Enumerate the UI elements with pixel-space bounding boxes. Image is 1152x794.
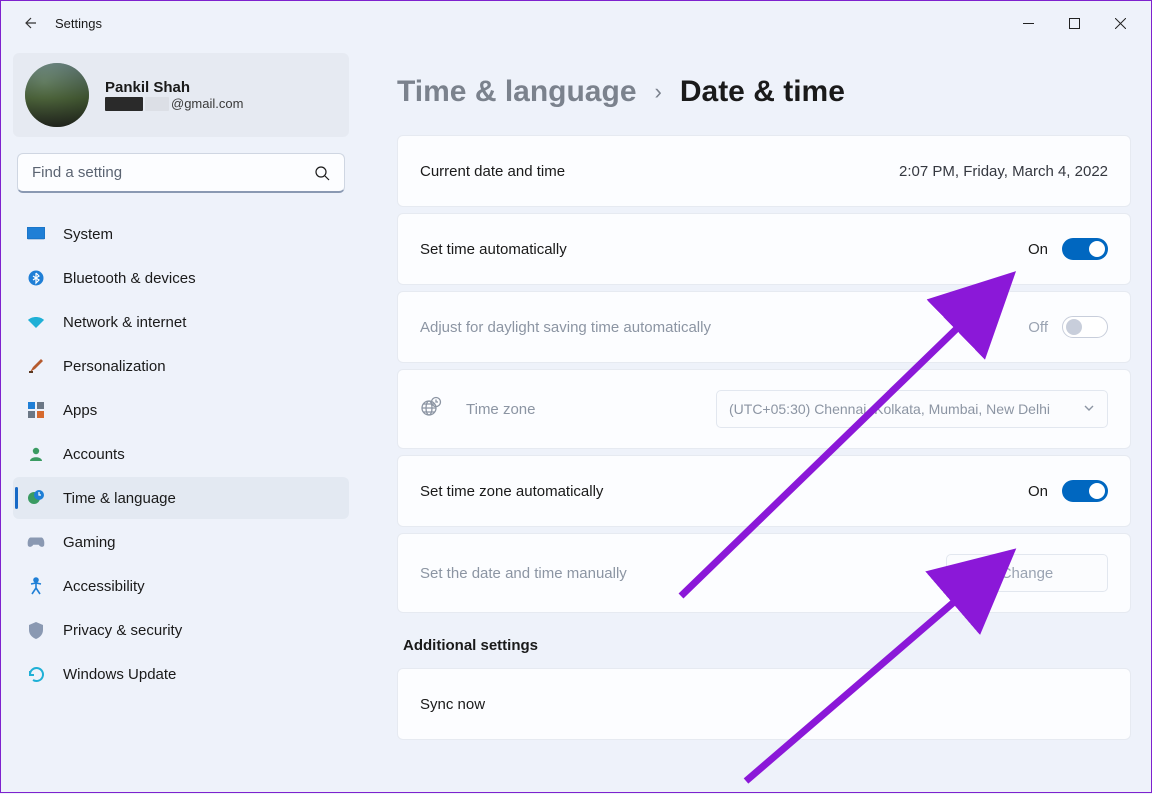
sidebar-item-bluetooth[interactable]: Bluetooth & devices [13,257,349,299]
toggle-state-text: On [1028,483,1048,500]
sidebar-item-label: Bluetooth & devices [63,270,196,287]
card-set-time-auto: Set time automatically On [397,213,1131,285]
nav: System Bluetooth & devices Network & int… [7,209,355,699]
page-title: Date & time [680,75,845,109]
back-button[interactable] [9,3,49,43]
sidebar-item-network[interactable]: Network & internet [13,301,349,343]
sidebar-item-label: Apps [63,402,97,419]
shield-icon [27,621,45,639]
breadcrumb-parent[interactable]: Time & language [397,75,637,109]
brush-icon [27,357,45,375]
sidebar-item-accounts[interactable]: Accounts [13,433,349,475]
breadcrumb: Time & language › Date & time [397,75,1131,109]
person-icon [27,445,45,463]
set-time-auto-toggle[interactable] [1062,238,1108,260]
gamepad-icon [27,533,45,551]
sync-label: Sync now [420,696,485,713]
card-current-datetime: Current date and time 2:07 PM, Friday, M… [397,135,1131,207]
close-button[interactable] [1097,7,1143,39]
search-icon [314,165,330,181]
user-card[interactable]: Pankil Shah @gmail.com [13,53,349,137]
accessibility-icon [27,577,45,595]
sidebar-item-windows-update[interactable]: Windows Update [13,653,349,695]
card-dst-auto: Adjust for daylight saving time automati… [397,291,1131,363]
sidebar-item-time-language[interactable]: Time & language [13,477,349,519]
sidebar-item-label: Accessibility [63,578,145,595]
avatar [25,63,89,127]
set-tz-auto-toggle[interactable] [1062,480,1108,502]
close-icon [1115,18,1126,29]
sidebar-item-label: Personalization [63,358,166,375]
dst-toggle [1062,316,1108,338]
timezone-select: (UTC+05:30) Chennai, Kolkata, Mumbai, Ne… [716,390,1108,428]
toggle-state-text: On [1028,241,1048,258]
card-sync-now: Sync now [397,668,1131,740]
globe-clock-icon [27,489,45,507]
current-datetime-value: 2:07 PM, Friday, March 4, 2022 [899,163,1108,180]
sidebar-item-accessibility[interactable]: Accessibility [13,565,349,607]
user-name: Pankil Shah [105,79,243,96]
additional-settings-heading: Additional settings [403,637,1131,654]
sidebar-item-label: Network & internet [63,314,186,331]
maximize-button[interactable] [1051,7,1097,39]
redacted-text [105,97,143,111]
window-title: Settings [55,16,102,31]
manual-label: Set the date and time manually [420,565,627,582]
maximize-icon [1069,18,1080,29]
apps-icon [27,401,45,419]
sidebar-item-personalization[interactable]: Personalization [13,345,349,387]
current-datetime-label: Current date and time [420,163,565,180]
title-bar: Settings [1,1,1151,45]
bluetooth-icon [27,269,45,287]
sidebar-item-apps[interactable]: Apps [13,389,349,431]
set-tz-auto-label: Set time zone automatically [420,483,603,500]
sidebar-item-label: Time & language [63,490,176,507]
chevron-right-icon: › [655,79,662,105]
user-email: @gmail.com [105,96,243,111]
arrow-left-icon [21,15,37,31]
update-icon [27,665,45,683]
sidebar: Pankil Shah @gmail.com Find a setting Sy… [1,45,361,792]
system-icon [27,225,45,243]
search-placeholder: Find a setting [32,164,314,181]
globe-icon [420,396,442,423]
toggle-state-text: Off [1028,319,1048,336]
sidebar-item-privacy[interactable]: Privacy & security [13,609,349,651]
sidebar-item-system[interactable]: System [13,213,349,255]
sidebar-item-label: Accounts [63,446,125,463]
set-time-auto-label: Set time automatically [420,241,567,258]
chevron-down-icon [1083,401,1095,417]
sidebar-item-label: Privacy & security [63,622,182,639]
sidebar-item-label: System [63,226,113,243]
dst-label: Adjust for daylight saving time automati… [420,319,711,336]
timezone-value: (UTC+05:30) Chennai, Kolkata, Mumbai, Ne… [729,401,1050,417]
search-input[interactable]: Find a setting [17,153,345,193]
redacted-text [145,97,169,111]
sidebar-item-label: Gaming [63,534,116,551]
wifi-icon [27,313,45,331]
change-button: Change [946,554,1108,592]
sidebar-item-gaming[interactable]: Gaming [13,521,349,563]
minimize-icon [1023,18,1034,29]
timezone-label: Time zone [466,401,535,418]
window-controls [1005,7,1143,39]
card-manual-datetime: Set the date and time manually Change [397,533,1131,613]
card-timezone: Time zone (UTC+05:30) Chennai, Kolkata, … [397,369,1131,449]
sidebar-item-label: Windows Update [63,666,176,683]
card-set-tz-auto: Set time zone automatically On [397,455,1131,527]
minimize-button[interactable] [1005,7,1051,39]
main-content: Time & language › Date & time Current da… [361,45,1151,792]
